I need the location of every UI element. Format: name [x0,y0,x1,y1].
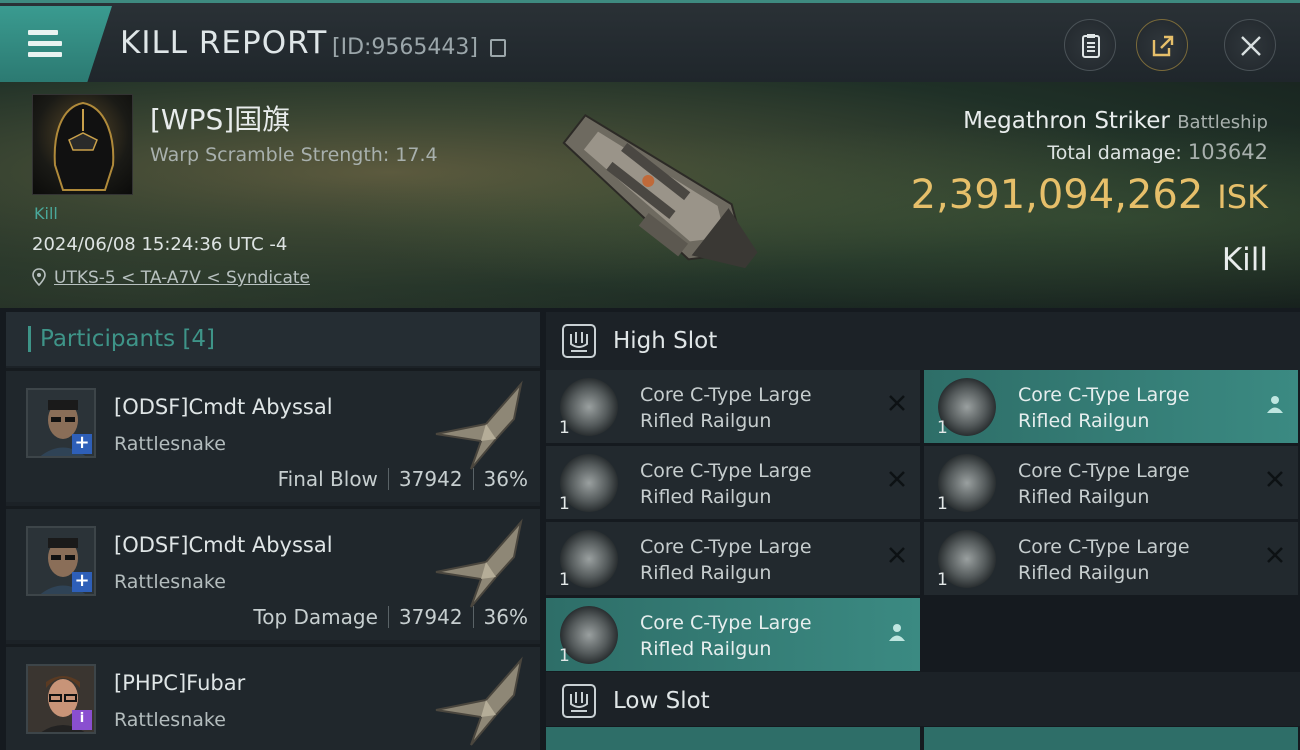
low-slot-header: Low Slot [546,672,1300,726]
close-icon [1241,36,1261,56]
participant-role: Final Blow [277,467,378,491]
module-qty: 1 [559,646,570,666]
location-link[interactable]: UTKS-5 < TA-A7V < Syndicate [54,268,310,288]
participant-damage: 37942 [398,605,463,629]
ship-name[interactable]: Megathron Striker [963,108,1170,134]
participant-name[interactable]: [ODSF]Cmdt Abyssal [114,395,333,419]
participant-row[interactable]: i [PHPC]Fubar Rattlesnake [6,644,540,750]
low-slot-icon [562,684,596,718]
corp-badge: + [72,434,92,454]
module-item[interactable]: 1 Core C-Type Large Rifled Railgun [924,446,1298,519]
clipboard-icon [1082,34,1100,58]
participant-stats: Top Damage 37942 36% [253,605,528,629]
battleship-image [562,113,758,269]
module-qty: 1 [937,418,948,438]
participant-percent: 36% [483,605,528,629]
participants-panel: Participants [4] + [ODSF]Cmdt Abyssal Ra… [6,312,540,750]
module-item[interactable]: 1 Core C-Type Large Rifled Railgun [546,598,920,671]
kill-summary-banner: [WPS]国旗 Warp Scramble Strength: 17.4 Kil… [0,82,1300,308]
participants-header: Participants [4] [6,312,540,366]
clipboard-button[interactable] [1064,19,1116,71]
module-qty: 1 [559,418,570,438]
corp-badge: + [72,572,92,592]
participant-row[interactable]: + [ODSF]Cmdt Abyssal Rattlesnake Top Dam… [6,506,540,640]
module-name: Core C-Type Large Rifled Railgun [1018,536,1190,584]
module-qty: 1 [559,570,570,590]
module-name: Core C-Type Large Rifled Railgun [640,536,812,584]
kill-tag: Kill [34,204,58,223]
destroyed-icon [889,395,905,411]
dropped-person-icon [1267,396,1283,413]
module-name: Core C-Type Large Rifled Railgun [1018,460,1190,508]
isk-unit: ISK [1217,178,1268,216]
module-item[interactable] [546,727,920,750]
isk-value: 2,391,094,262 ISK [911,172,1268,218]
destroyed-icon [889,547,905,563]
participant-percent: 36% [483,467,528,491]
role-badge: i [72,710,92,730]
ship-type: Megathron Striker Battleship [963,108,1268,134]
low-slot-label: Low Slot [613,688,710,714]
module-name: Core C-Type Large Rifled Railgun [640,612,812,660]
module-name: Core C-Type Large Rifled Railgun [640,460,812,508]
warp-scramble-strength: Warp Scramble Strength: 17.4 [150,144,438,166]
participants-label: Participants [4] [40,326,215,352]
kill-datetime: 2024/06/08 15:24:36 UTC -4 [32,234,288,255]
location-pin-icon [32,268,46,286]
isk-amount: 2,391,094,262 [910,172,1204,218]
high-slot-icon [562,324,596,358]
victim-portrait[interactable] [32,94,133,195]
helmet-portrait-icon [53,101,115,191]
total-damage-label: Total damage: [1047,142,1182,164]
total-damage-value: 103642 [1187,140,1268,164]
page-title: KILL REPORT [120,25,328,61]
ship-class: Battleship [1177,112,1268,133]
module-item[interactable]: 1 Core C-Type Large Rifled Railgun [546,522,920,595]
share-button[interactable] [1136,19,1188,71]
participant-ship: Rattlesnake [114,433,226,455]
participant-name[interactable]: [ODSF]Cmdt Abyssal [114,533,333,557]
module-item[interactable]: 1 Core C-Type Large Rifled Railgun [924,522,1298,595]
title-bar: KILL REPORT [ID:9565443] [0,0,1300,82]
destroyed-icon [1267,547,1283,563]
rattlesnake-ship-icon [435,656,523,746]
module-item[interactable]: 1 Core C-Type Large Rifled Railgun [546,446,920,519]
hamburger-menu-icon [28,30,62,58]
module-name: Core C-Type Large Rifled Railgun [1018,384,1190,432]
participant-damage: 37942 [398,467,463,491]
module-name: Core C-Type Large Rifled Railgun [640,384,812,432]
destroyed-icon [889,471,905,487]
total-damage: Total damage: 103642 [1047,140,1268,164]
dropped-person-icon [889,624,905,641]
share-icon [1152,35,1174,57]
rattlesnake-ship-icon [435,380,523,470]
participant-role: Top Damage [253,605,378,629]
module-item[interactable] [924,727,1298,750]
participant-ship: Rattlesnake [114,571,226,593]
rattlesnake-ship-icon [435,518,523,608]
copy-id-icon[interactable] [490,39,506,57]
module-item[interactable]: 1 Core C-Type Large Rifled Railgun [924,370,1298,443]
module-item[interactable]: 1 Core C-Type Large Rifled Railgun [546,370,920,443]
menu-button[interactable] [0,6,112,82]
participant-ship: Rattlesnake [114,709,226,731]
participant-row[interactable]: + [ODSF]Cmdt Abyssal Rattlesnake Final B… [6,368,540,502]
module-qty: 1 [937,570,948,590]
destroyed-icon [1267,471,1283,487]
module-qty: 1 [937,494,948,514]
result-label: Kill [1221,242,1268,278]
module-qty: 1 [559,494,570,514]
participant-stats: Final Blow 37942 36% [278,467,528,491]
high-slot-header: High Slot [546,312,1300,370]
high-slot-label: High Slot [613,328,718,354]
victim-name[interactable]: [WPS]国旗 [150,98,290,138]
close-button[interactable] [1224,19,1276,71]
participant-name[interactable]: [PHPC]Fubar [114,671,245,695]
report-id: [ID:9565443] [332,35,478,60]
